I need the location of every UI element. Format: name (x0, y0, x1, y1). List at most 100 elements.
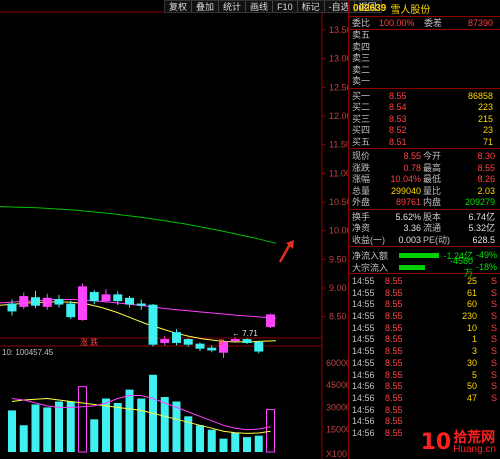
flow-bar (399, 264, 425, 270)
low-price-marker: ← 7.71 (232, 329, 258, 338)
price-axis-label: 10.00 (329, 226, 348, 236)
bid-row: 买四 8.52 23 (352, 125, 493, 135)
bid-row: 买五 8.51 71 (352, 136, 493, 147)
candle-down (66, 303, 76, 318)
volume-bar-down (31, 404, 40, 452)
candle-down (195, 343, 205, 349)
webi-row: 委比 100.00% 委差 87390 (349, 16, 500, 29)
candle-down (183, 339, 193, 345)
s-marker: S (218, 338, 223, 347)
stock-code: 002639 (353, 2, 387, 14)
toolbar-mark-button[interactable]: 标记 (298, 1, 325, 12)
trade-time: 14:55 (352, 357, 375, 368)
stat-row: 外盘 89761 内盘 209279 (352, 197, 495, 207)
tick-trades-list[interactable]: 14:55 8.55 25 S 14:55 8.55 61 S 14:55 8.55 60 S 14:5… (349, 273, 500, 440)
ask-row: 卖一 (352, 76, 371, 86)
trade-time: 14:55 (352, 346, 375, 357)
volume-axis-label: 15000 (326, 425, 348, 435)
trade-row: 14:55 8.55 61 S (349, 288, 500, 300)
trade-volume: 61 (466, 287, 477, 298)
volume-axis-label: 60000 (326, 358, 348, 368)
price-axis-label: 9.00 (329, 283, 347, 293)
weicha-value: 87390 (467, 18, 493, 28)
candle-up (230, 339, 240, 342)
trade-row: 14:55 8.55 30 S (349, 358, 500, 370)
trade-time: 14:55 (352, 334, 375, 345)
watermark-line1: 拾荒网 (453, 429, 496, 445)
volume-bar-down (66, 401, 75, 452)
candle-up (78, 286, 87, 321)
limit-tag: 涨 跌 (80, 337, 98, 347)
stat-row: 总量 299040 量比 2.03 (352, 185, 495, 196)
trade-volume: 60 (466, 299, 477, 310)
candle-up (101, 294, 111, 302)
trade-volume: 5 (471, 369, 477, 380)
trade-time: 14:55 (352, 311, 375, 322)
volume-bar-down (43, 407, 52, 452)
volume-bar-down (219, 438, 228, 452)
volume-bar-down (55, 401, 63, 452)
candle-down (136, 303, 146, 306)
trade-side: S (490, 311, 497, 322)
volume-bar-down (207, 429, 216, 452)
toolbar-fuquan-button[interactable]: 复权 (165, 1, 193, 12)
watermark-line2: Huang.cn (453, 444, 496, 455)
trade-row: 14:56 8.55 50 S (349, 381, 500, 393)
candle-up (160, 339, 170, 343)
ask-row: 卖五 (352, 30, 371, 40)
trade-time: 14:55 (352, 276, 375, 286)
ma-long-line (0, 206, 277, 244)
candle-down (54, 298, 64, 305)
trade-price: 8.55 (385, 346, 403, 357)
trade-row: 14:56 8.55 (349, 416, 500, 428)
candle-down (207, 347, 217, 351)
trade-price: 8.55 (385, 276, 403, 286)
toolbar-overlay-button[interactable]: 叠加 (192, 1, 220, 12)
fundamentals-block: 换手 5.62% 股本 6.74亿 净资 3.36 流通 5.32亿 收益(一) 0.003 P… (349, 208, 500, 247)
trade-price: 8.55 (385, 404, 403, 415)
bid-row: 买三 8.53 215 (352, 113, 493, 124)
trade-volume: 3 (471, 346, 477, 357)
trade-price: 8.55 (385, 392, 403, 403)
kline-chart-area[interactable]: 13.50 13.00 12.50 12.00 11.50 11.00 10.50 10.00… (0, 0, 382, 459)
trade-volume (427, 416, 477, 428)
stock-name: 雪人股份 (390, 4, 431, 16)
candle-up (266, 314, 275, 327)
trade-side (477, 405, 497, 417)
trade-price: 8.55 (385, 299, 403, 310)
toolbar-draw-button[interactable]: 画线 (246, 1, 274, 12)
capital-flow-block: 净流入额 -1.24亿 -49% 大宗流入 -4560万 -18% (349, 246, 500, 278)
trade-time: 14:56 (352, 404, 375, 415)
stats-block: 现价 8.55 今开 8.30 涨跌 0.78 最高 8.55 涨幅 10.04% 最低 8.26… (349, 148, 500, 209)
trade-side: S (490, 287, 497, 298)
toolbar-f10-button[interactable]: F10 (273, 1, 298, 12)
flow-row: 大宗流入 -4560万 -18% (352, 255, 497, 278)
trade-time: 14:55 (352, 287, 375, 298)
price-axis-label: 11.50 (329, 140, 348, 150)
trade-row: 14:55 8.55 230 S (349, 311, 500, 323)
trade-volume (427, 405, 477, 417)
candle-down (7, 303, 17, 312)
trade-side: S (490, 392, 497, 403)
volume-bar-down (172, 401, 181, 452)
volume-bar-down (19, 425, 28, 452)
trade-volume: 50 (466, 381, 477, 392)
stat-row: 现价 8.55 今开 8.30 (352, 151, 495, 161)
candle-down (125, 297, 134, 305)
trade-time: 14:56 (352, 416, 375, 427)
kline-chart[interactable]: 13.50 13.00 12.50 12.00 11.50 11.00 10.50 10.00… (0, 0, 348, 459)
webi-label: 委比 (352, 18, 371, 28)
flow-bar (399, 252, 439, 258)
volume-bar-down (160, 397, 169, 452)
trade-time: 14:55 (352, 322, 375, 333)
toolbar-stats-button[interactable]: 统计 (219, 1, 247, 12)
trade-row: 14:56 8.55 (349, 405, 500, 417)
volume-bar-up (266, 409, 275, 453)
bid-row: 买一 8.55 86858 (352, 90, 493, 101)
trade-time: 14:55 (352, 299, 375, 310)
trade-row: 14:55 8.55 3 S (349, 346, 500, 358)
trend-arrow-shaft (278, 243, 292, 263)
bid-row: 买二 8.54 223 (352, 102, 493, 112)
ask-row: 卖四 (352, 41, 371, 52)
trade-side: S (490, 346, 497, 357)
